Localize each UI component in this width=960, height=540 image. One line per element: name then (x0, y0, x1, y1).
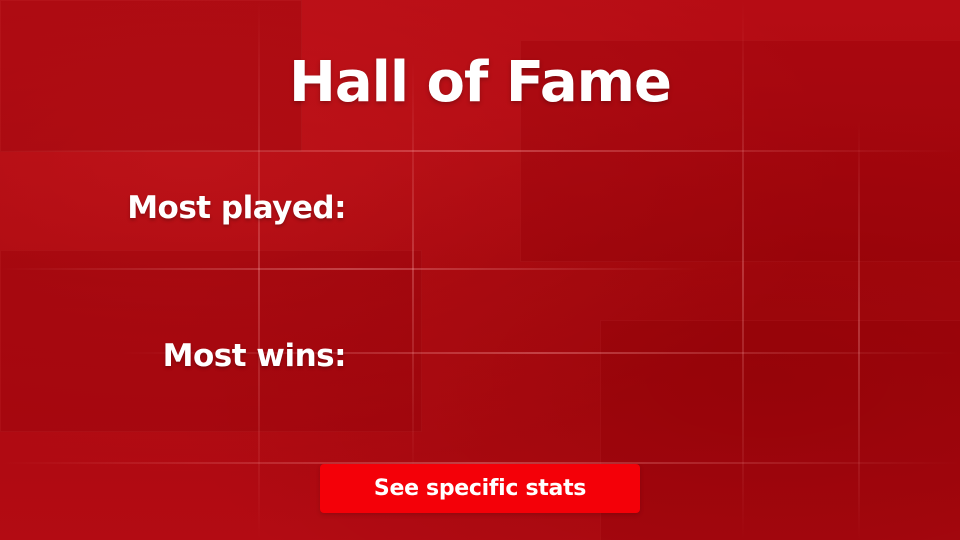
background-streak (412, 60, 414, 480)
see-specific-stats-button[interactable]: See specific stats (320, 464, 640, 513)
background-streak (858, 120, 860, 540)
page-title: Hall of Fame (289, 50, 672, 115)
background-streak (0, 150, 960, 152)
most-wins-label: Most wins: (162, 338, 347, 374)
see-specific-stats-label: See specific stats (373, 476, 587, 501)
most-played-label: Most played: (127, 190, 346, 226)
background-streak (0, 268, 700, 270)
